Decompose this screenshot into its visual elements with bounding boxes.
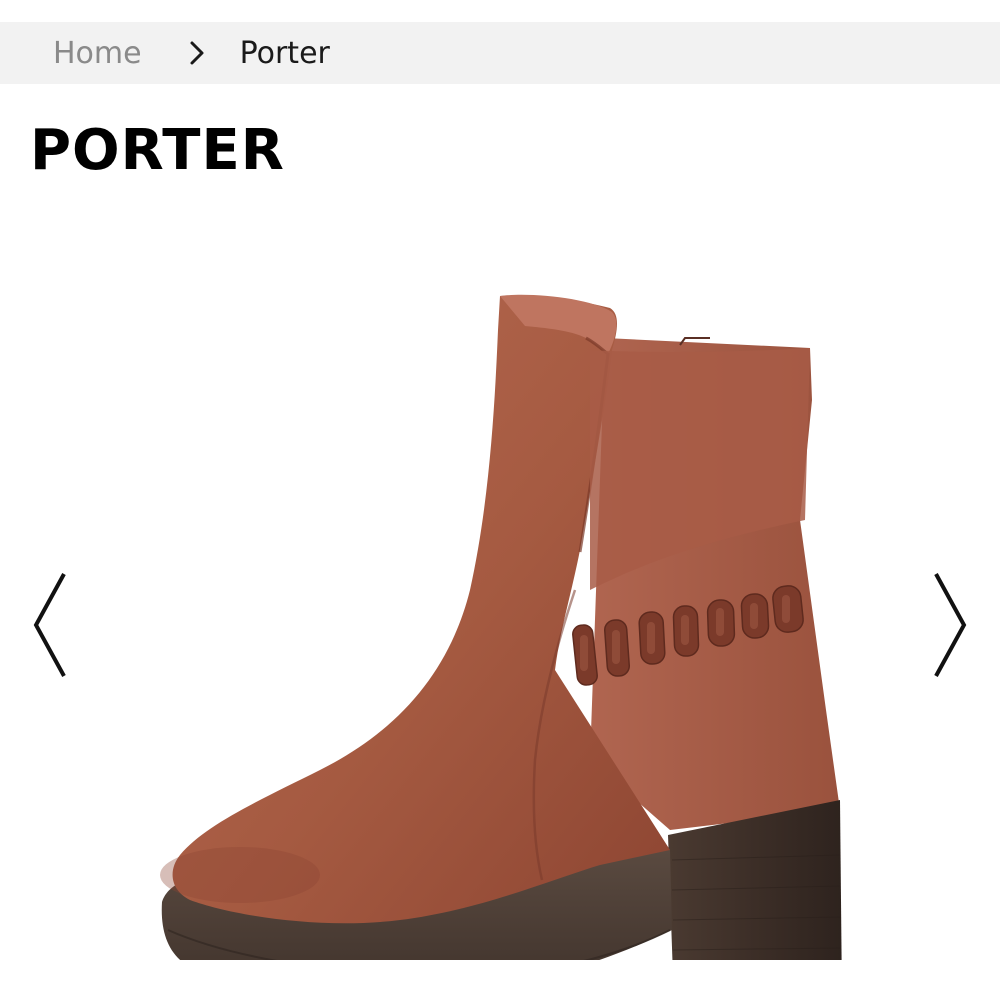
product-gallery [0, 230, 1000, 1000]
chevron-left-icon [33, 573, 66, 677]
breadcrumb-home-link[interactable]: Home [53, 36, 142, 71]
chevron-right-icon [934, 573, 967, 677]
gallery-prev-button[interactable] [30, 570, 70, 680]
page-title: PORTER [30, 118, 285, 183]
product-image[interactable] [150, 290, 850, 960]
chevron-right-icon [190, 41, 204, 65]
gallery-next-button[interactable] [930, 570, 970, 680]
breadcrumb: Home Porter [0, 22, 1000, 84]
product-page: Home Porter PORTER [0, 0, 1000, 1000]
breadcrumb-current: Porter [239, 35, 330, 71]
